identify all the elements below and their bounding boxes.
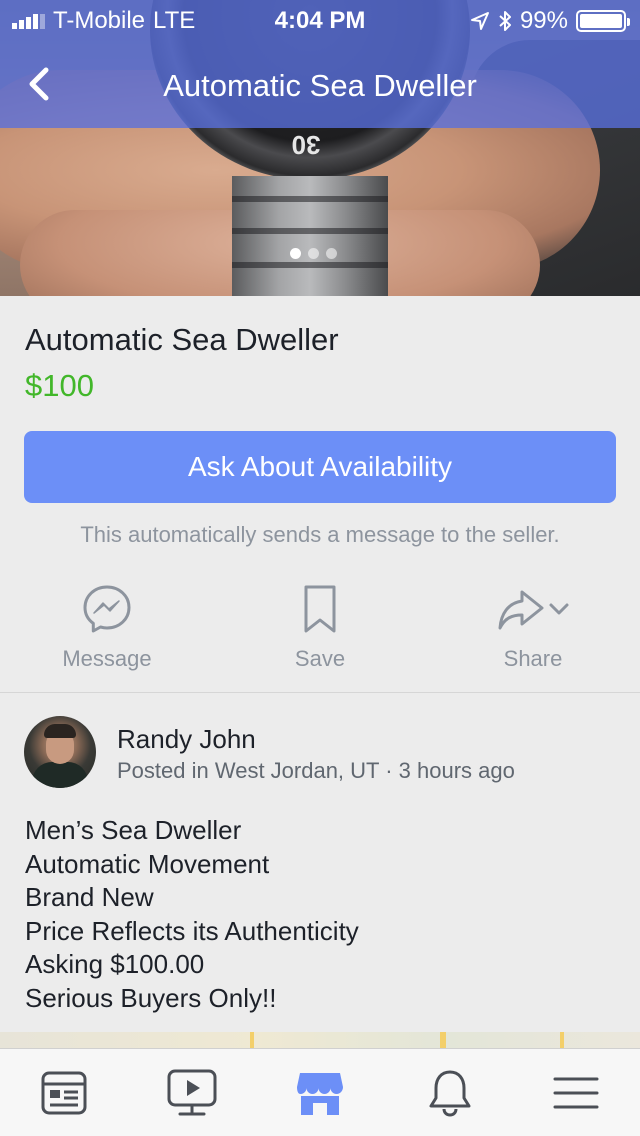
tab-marketplace[interactable] <box>290 1065 350 1121</box>
description-line: Men’s Sea Dweller <box>25 815 242 845</box>
message-button[interactable]: Message <box>32 580 182 676</box>
ask-availability-note: This automatically sends a message to th… <box>80 522 560 547</box>
watch-video-icon <box>167 1069 217 1116</box>
news-feed-icon <box>41 1071 87 1115</box>
marketplace-icon <box>297 1073 343 1115</box>
tab-watch[interactable] <box>162 1065 222 1121</box>
battery-percent: 99% <box>519 7 568 34</box>
description-line: Asking $100.00 <box>25 949 205 979</box>
tab-menu[interactable] <box>546 1065 606 1121</box>
description-line: Price Reflects its Authenticity <box>25 915 359 946</box>
share-label: Share <box>503 646 563 671</box>
notifications-bell-icon <box>429 1070 471 1117</box>
battery-icon <box>576 10 630 32</box>
messenger-icon <box>83 585 131 633</box>
photo-pager-dots[interactable] <box>290 248 337 259</box>
share-arrow-icon <box>498 590 544 630</box>
seller-name[interactable]: Randy John <box>117 724 256 755</box>
location-map-preview[interactable] <box>0 1032 640 1048</box>
bookmark-icon <box>304 585 336 633</box>
description-line: Serious Buyers Only!! <box>25 982 277 1013</box>
description-line: Brand New <box>25 882 154 912</box>
description-line: Automatic Movement <box>25 848 270 879</box>
pager-dot[interactable] <box>308 248 319 259</box>
location-arrow-icon <box>470 12 489 30</box>
seller-avatar[interactable] <box>24 716 96 788</box>
save-label: Save <box>294 646 346 671</box>
nav-title: Automatic Sea Dweller <box>163 68 477 103</box>
chevron-down-icon <box>549 603 569 615</box>
pager-dot[interactable] <box>290 248 301 259</box>
nav-bar: Automatic Sea Dweller <box>0 40 640 128</box>
share-button[interactable]: Share <box>458 580 608 676</box>
listing-actions: Message Save Share <box>0 580 640 680</box>
listing-description: Men’s Sea Dweller Automatic Movement Bra… <box>25 814 359 1015</box>
seller-location-time: Posted in West Jordan, UT · 3 hours ago <box>117 758 515 783</box>
status-bar: T-Mobile LTE 4:04 PM 99% <box>0 0 640 40</box>
photo-bezel-number: 30 <box>291 130 321 160</box>
bluetooth-icon <box>499 11 511 31</box>
save-button[interactable]: Save <box>245 580 395 676</box>
pager-dot[interactable] <box>326 248 337 259</box>
listing-title: Automatic Sea Dweller <box>25 322 339 357</box>
photo-watch-bracelet <box>232 176 388 296</box>
section-divider <box>0 692 640 693</box>
tab-bar <box>0 1048 640 1136</box>
status-right: 99% <box>470 7 630 35</box>
message-label: Message <box>62 646 152 671</box>
menu-icon <box>553 1077 599 1109</box>
ask-availability-button[interactable]: Ask About Availability <box>24 431 616 503</box>
tab-news-feed[interactable] <box>34 1065 94 1121</box>
tab-notifications[interactable] <box>420 1065 480 1121</box>
listing-price: $100 <box>25 368 94 403</box>
